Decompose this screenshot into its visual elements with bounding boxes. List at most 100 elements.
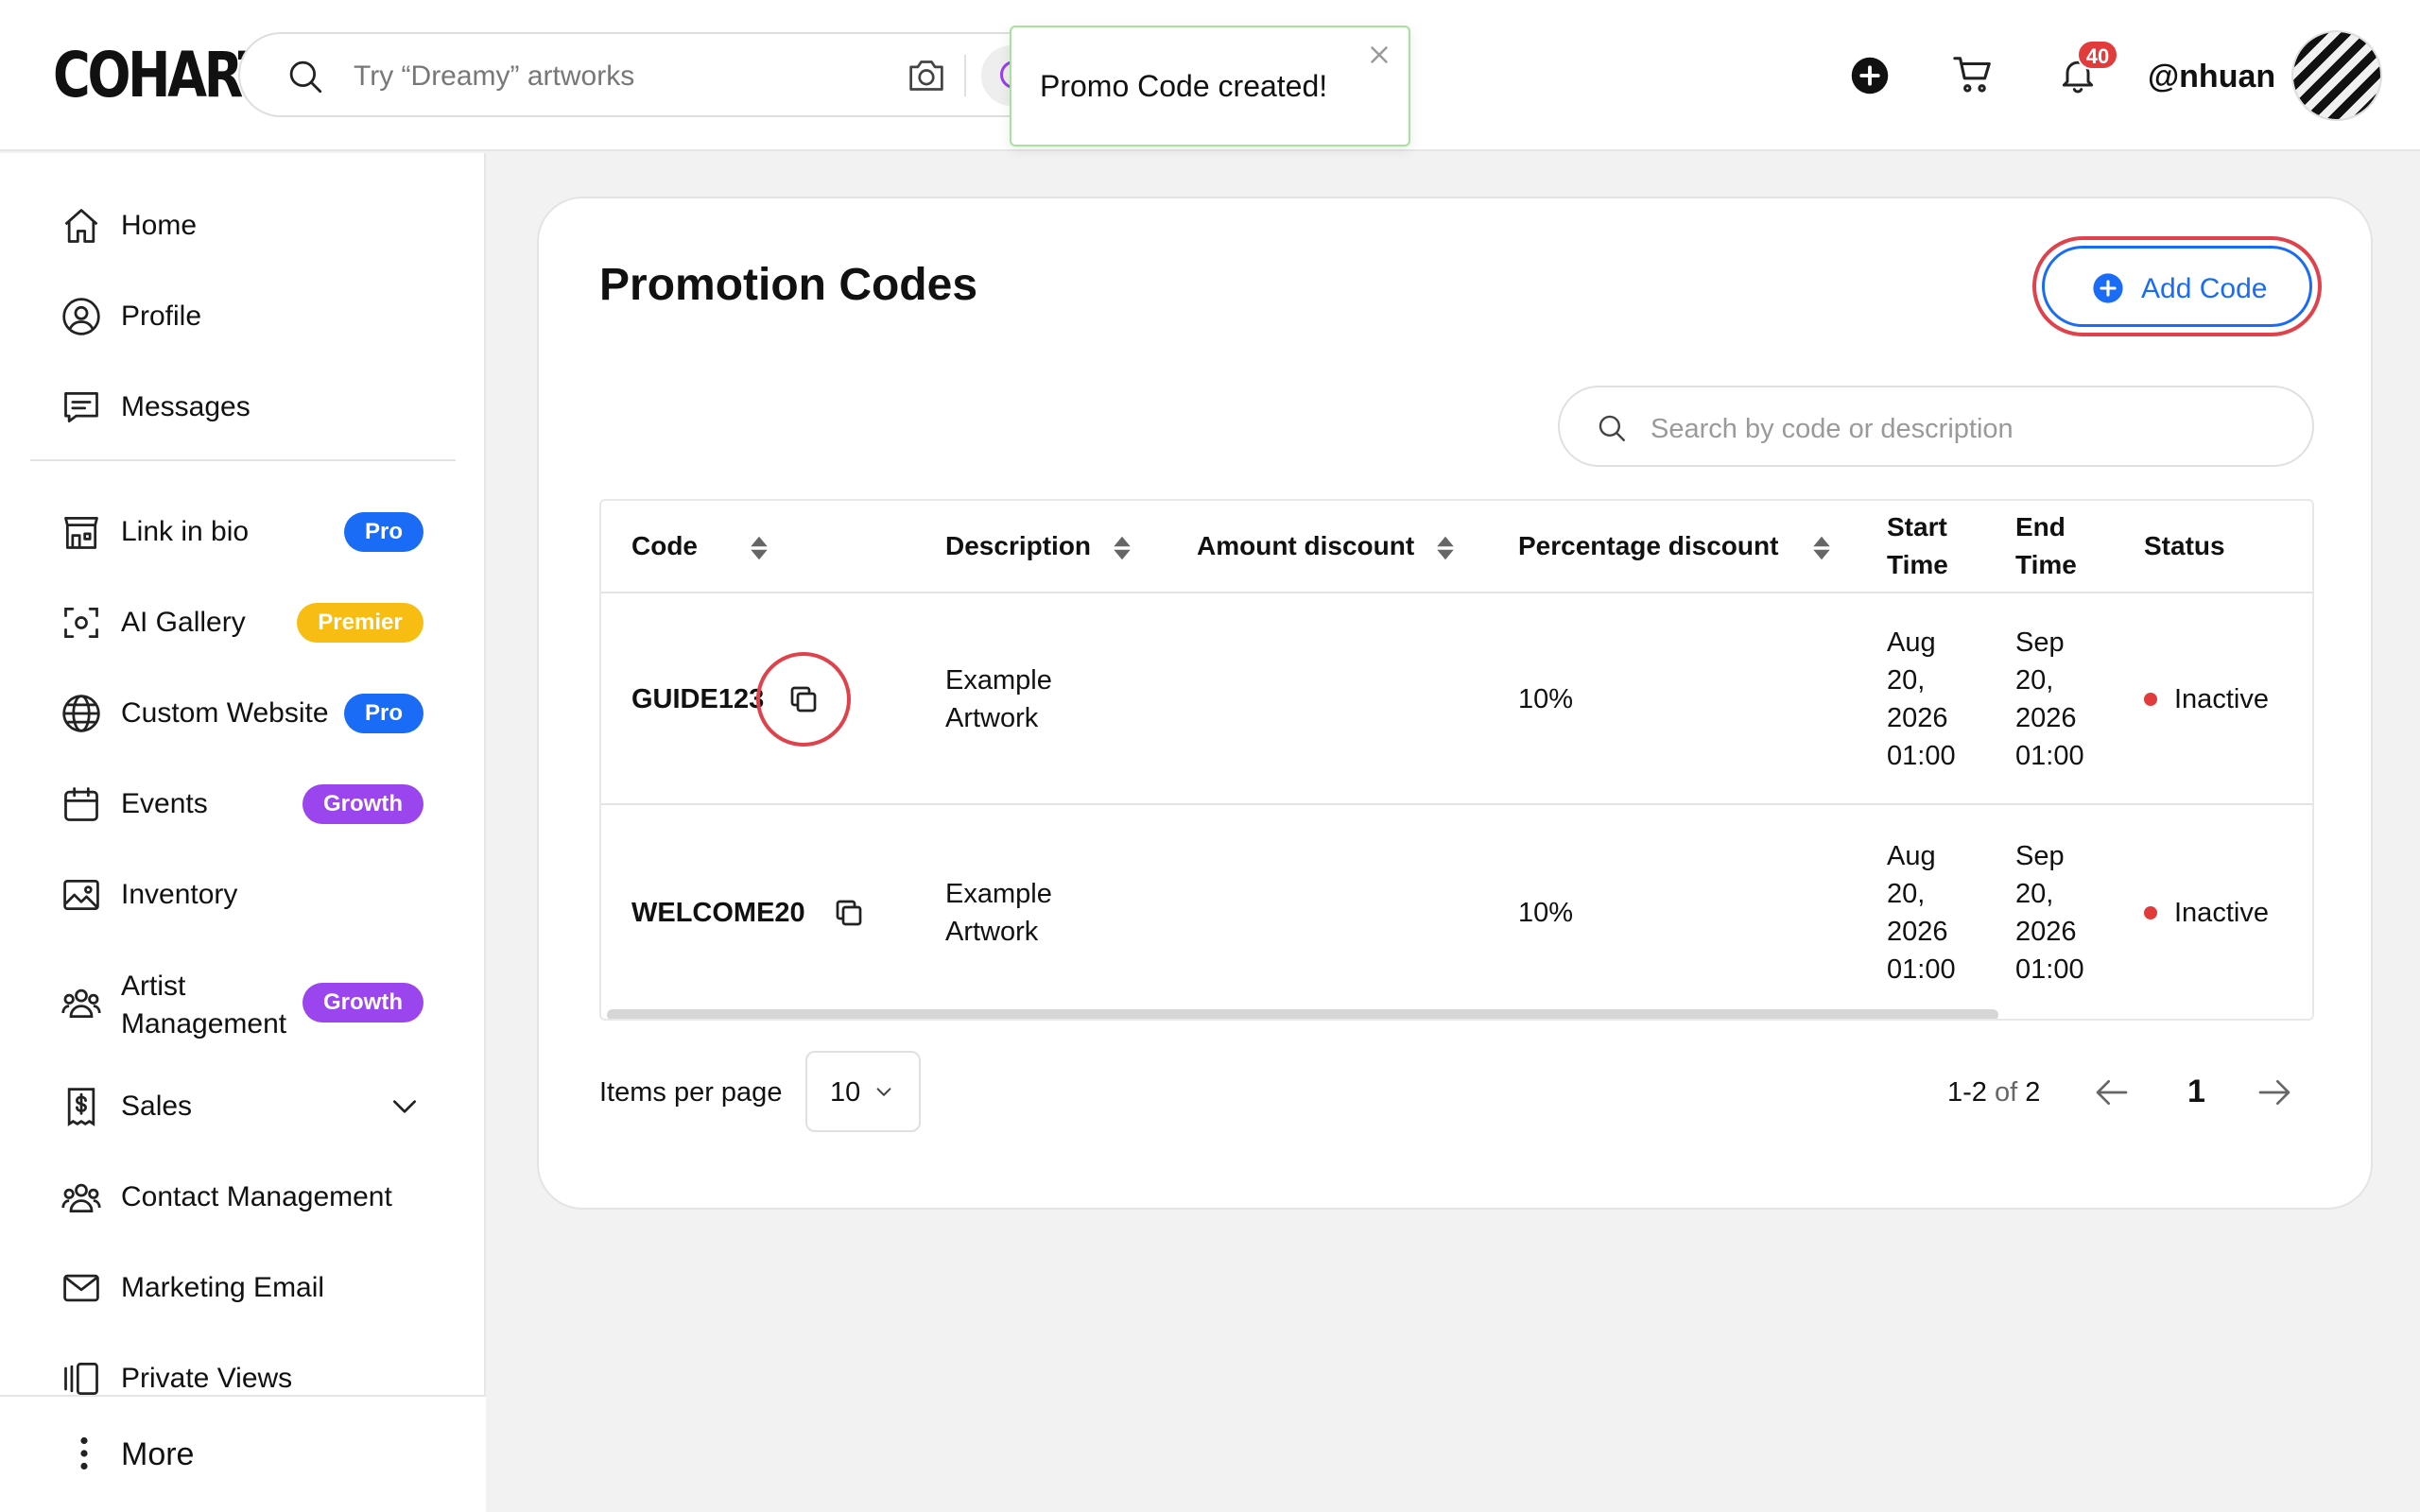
chevron-down-icon[interactable] <box>389 1096 420 1117</box>
table-row: GUIDE123 Example Artwork 10% Aug 20, 202… <box>601 593 2312 805</box>
home-icon <box>60 205 102 247</box>
sidebar-item-label: Events <box>121 788 208 819</box>
toast-message: Promo Code created! <box>1040 69 1328 103</box>
slides-icon <box>60 1358 102 1400</box>
items-per-page-value: 10 <box>830 1077 861 1108</box>
search-placeholder: Search by code or description <box>1651 414 2014 444</box>
percentage-discount-cell: 10% <box>1518 684 1574 714</box>
sidebar-item-label: Private Views <box>121 1363 293 1394</box>
storefront-icon <box>60 511 102 553</box>
username-label[interactable]: @nhuan <box>2148 59 2275 95</box>
code-cell: WELCOME20 <box>631 898 805 928</box>
scan-face-icon <box>60 602 102 644</box>
globe-icon <box>60 693 102 734</box>
promo-codes-table: Code Description Amount discount Percent… <box>599 499 2314 1021</box>
column-header-code[interactable]: Code <box>631 527 768 565</box>
growth-badge: Growth <box>302 983 424 1022</box>
sort-icon[interactable] <box>749 535 769 561</box>
people-icon <box>60 1177 102 1218</box>
notification-badge: 40 <box>2077 40 2118 70</box>
sidebar-item-label: Contact Management <box>121 1181 392 1212</box>
avatar[interactable] <box>2291 30 2382 121</box>
code-search-input[interactable]: Search by code or description <box>1558 386 2314 467</box>
user-circle-icon <box>60 296 102 337</box>
arrow-left-icon[interactable] <box>2093 1075 2131 1109</box>
table-header: Code Description Amount discount Percent… <box>601 501 2312 593</box>
current-page-number[interactable]: 1 <box>2187 1074 2205 1110</box>
items-per-page-select[interactable]: 10 <box>805 1051 921 1132</box>
search-icon <box>285 57 325 96</box>
people-icon <box>60 982 102 1023</box>
add-code-button[interactable]: Add Code <box>2042 246 2312 327</box>
sidebar-item-profile[interactable]: Profile <box>0 278 484 353</box>
start-time-cell: Aug 20, 2026 01:00 <box>1887 627 1956 771</box>
success-toast: Promo Code created! <box>1010 26 1410 146</box>
search-divider <box>964 55 966 96</box>
column-header-description[interactable]: Description <box>945 527 1131 565</box>
sidebar-more[interactable]: More <box>0 1395 486 1512</box>
sidebar-item-label: Custom Website <box>121 697 329 729</box>
sidebar-item-sales[interactable]: Sales <box>0 1068 484 1143</box>
copy-icon[interactable] <box>832 896 866 930</box>
cart-icon[interactable] <box>1951 53 1995 96</box>
image-icon <box>60 874 102 916</box>
sort-icon[interactable] <box>1811 535 1832 561</box>
page-title: Promotion Codes <box>599 260 978 310</box>
search-placeholder[interactable]: Try “Dreamy” artworks <box>354 60 634 93</box>
pagination-range: 1-2 of 2 <box>1947 1077 2041 1108</box>
cohart-logo[interactable]: COHART <box>53 42 273 110</box>
table-row: WELCOME20 Example Artwork 10% Aug 20, 20… <box>601 807 2312 1019</box>
close-icon[interactable] <box>1365 41 1393 69</box>
copy-icon[interactable] <box>786 682 821 716</box>
sidebar-item-label: Messages <box>121 391 251 422</box>
growth-badge: Growth <box>302 784 424 824</box>
sidebar-item-contact-management[interactable]: Contact Management <box>0 1159 484 1234</box>
mail-icon <box>60 1267 102 1309</box>
chevron-down-icon <box>873 1085 894 1100</box>
message-icon <box>60 387 102 428</box>
pro-badge: Pro <box>344 512 424 552</box>
end-time-cell: Sep 20, 2026 01:00 <box>2015 841 2084 985</box>
sidebar-item-label: Artist Management <box>121 971 287 1040</box>
sidebar-item-label: Marketing Email <box>121 1272 325 1303</box>
sidebar-item-label: Link in bio <box>121 516 250 547</box>
sidebar-item-home[interactable]: Home <box>0 187 484 263</box>
sidebar-item-label: AI Gallery <box>121 607 246 638</box>
global-search-bar[interactable]: Try “Dreamy” artworks <box>238 32 1051 117</box>
sidebar-item-inventory[interactable]: Inventory <box>0 856 484 932</box>
column-header-status: Status <box>2144 531 2225 560</box>
status-cell: Inactive <box>2174 684 2269 714</box>
sort-icon[interactable] <box>1112 535 1132 561</box>
sidebar-item-label: Sales <box>121 1091 193 1122</box>
promotion-codes-card: Promotion Codes Add Code Search by code … <box>537 197 2373 1210</box>
plus-circle-icon <box>2092 272 2124 304</box>
sidebar-item-custom-website[interactable]: Custom Website Pro <box>0 675 484 750</box>
inactive-dot <box>2144 906 2157 919</box>
more-label: More <box>121 1436 195 1472</box>
sidebar: Home Profile Messages Link in bio Pro AI… <box>0 153 486 1512</box>
sidebar-item-ai-gallery[interactable]: AI Gallery Premier <box>0 584 484 660</box>
sidebar-item-messages[interactable]: Messages <box>0 369 484 444</box>
arrow-right-icon[interactable] <box>2256 1075 2293 1109</box>
top-header: COHART Try “Dreamy” artworks Promo Code … <box>0 0 2420 151</box>
search-icon <box>1596 412 1628 444</box>
sidebar-item-link-in-bio[interactable]: Link in bio Pro <box>0 493 484 569</box>
sidebar-divider <box>30 459 456 461</box>
sidebar-item-artist-management[interactable]: Artist Management Growth <box>0 964 484 1040</box>
premier-badge: Premier <box>297 603 424 643</box>
sidebar-item-events[interactable]: Events Growth <box>0 765 484 841</box>
sidebar-item-marketing-email[interactable]: Marketing Email <box>0 1249 484 1325</box>
sidebar-item-label: Home <box>121 210 198 241</box>
items-per-page-label: Items per page <box>599 1077 783 1108</box>
end-time-cell: Sep 20, 2026 01:00 <box>2015 627 2084 771</box>
description-cell: Example Artwork <box>945 879 1052 947</box>
scrollbar-thumb[interactable] <box>607 1009 1998 1019</box>
start-time-cell: Aug 20, 2026 01:00 <box>1887 841 1956 985</box>
column-header-percentage-discount[interactable]: Percentage discount <box>1518 527 1830 565</box>
column-header-amount-discount[interactable]: Amount discount <box>1197 527 1454 565</box>
sort-icon[interactable] <box>1435 535 1456 561</box>
camera-icon[interactable] <box>906 57 947 94</box>
create-plus-icon[interactable] <box>1850 56 1890 95</box>
add-code-label: Add Code <box>2141 273 2268 304</box>
column-header-start-time: Start Time <box>1887 512 1948 579</box>
